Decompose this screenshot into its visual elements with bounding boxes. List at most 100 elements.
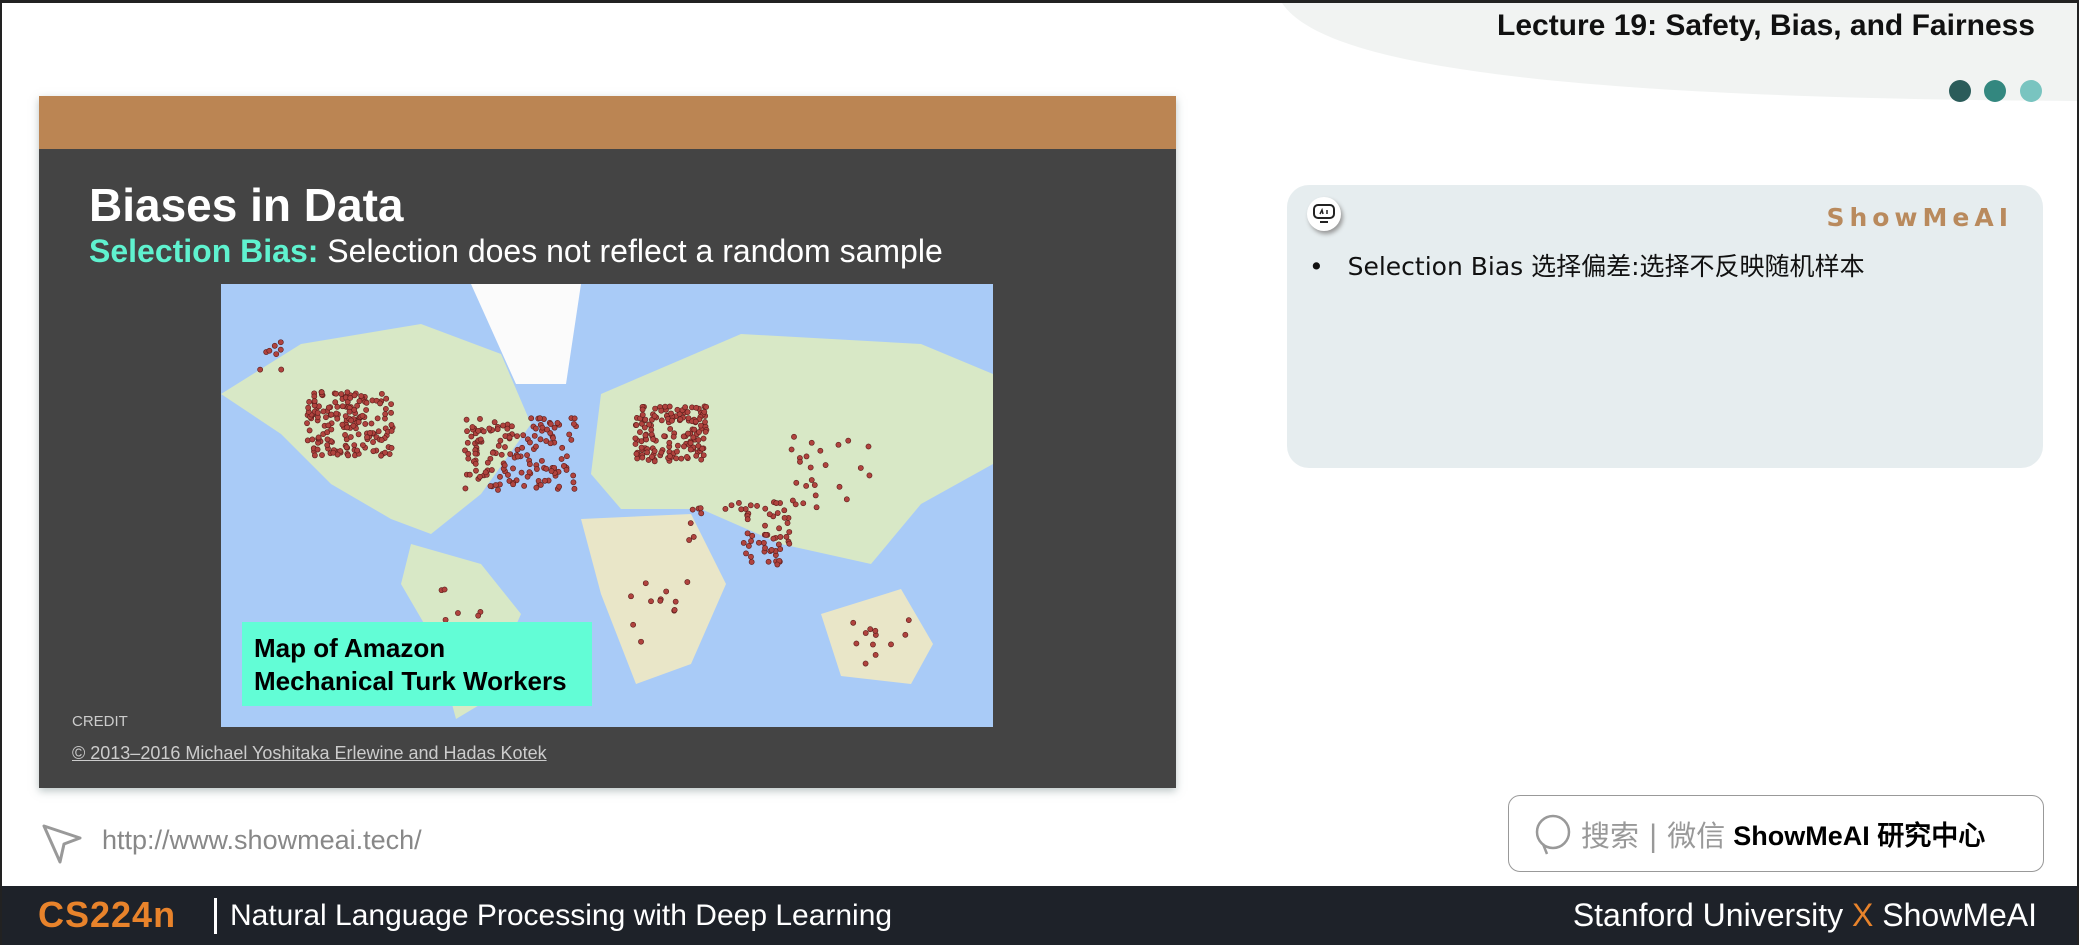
robot-icon [1307, 197, 1341, 231]
worker-dot [689, 506, 696, 513]
worker-dot [455, 610, 461, 616]
worker-dot [487, 483, 494, 489]
worker-dot [781, 514, 788, 521]
worker-dot [803, 453, 810, 460]
worker-dot [642, 580, 649, 587]
worker-dot [668, 410, 674, 417]
worker-dot [527, 439, 533, 446]
worker-dot [803, 483, 810, 489]
worker-dot [354, 447, 361, 454]
worker-dot [695, 437, 702, 443]
worker-dot [687, 446, 694, 453]
worker-dot [570, 479, 577, 486]
worker-dot [649, 453, 655, 460]
note-bullet: • Selection Bias 选择偏差:选择不反映随机样本 [1309, 252, 1865, 281]
worker-dot [550, 435, 556, 441]
worker-dot [489, 449, 496, 456]
worker-dot [648, 426, 655, 433]
worker-dot [532, 425, 539, 432]
worker-dot [862, 630, 869, 636]
map-label: Map of Amazon Mechanical Turk Workers [242, 622, 592, 706]
worker-dot [633, 450, 640, 457]
worker-dot [817, 447, 824, 454]
worker-dot [866, 472, 873, 479]
worker-dot [488, 467, 495, 473]
search-icon [1535, 814, 1571, 854]
worker-dot [642, 416, 649, 423]
footer-bar: CS224n Natural Language Processing with … [2, 886, 2077, 945]
website-url[interactable]: http://www.showmeai.tech/ [102, 825, 422, 856]
worker-dot [699, 445, 706, 452]
worker-dot [703, 403, 710, 410]
note-card: ShowMeAI • Selection Bias 选择偏差:选择不反映随机样本 [1287, 185, 2043, 468]
worker-dot [570, 472, 577, 479]
worker-dot [526, 461, 533, 468]
worker-dot [271, 342, 278, 349]
worker-dot [477, 436, 484, 443]
worker-dot [498, 451, 505, 458]
worker-dot [638, 444, 645, 451]
worker-dot [480, 428, 487, 435]
worker-dot [370, 448, 377, 455]
worker-dot [766, 511, 773, 518]
worker-dot [756, 539, 762, 546]
worker-dot [314, 409, 321, 416]
worker-dot [356, 398, 363, 405]
worker-dot [266, 347, 273, 354]
worker-dot [651, 413, 658, 420]
worker-dot [836, 483, 843, 490]
worker-dot [330, 449, 337, 456]
copyright-link[interactable]: © 2013–2016 Michael Yoshitaka Erlewine a… [72, 743, 547, 764]
worker-dot [305, 404, 312, 411]
worker-dot [690, 534, 697, 540]
worker-dot [563, 467, 570, 473]
worker-dot [668, 417, 675, 424]
worker-dot [687, 520, 694, 527]
worker-dot [539, 457, 545, 464]
worker-dot [862, 660, 869, 667]
worker-dot [768, 546, 775, 553]
worker-dot [278, 366, 285, 373]
worker-dot [345, 452, 351, 459]
worker-dot [374, 415, 381, 422]
worker-dot [519, 444, 526, 451]
worker-dot [370, 439, 376, 445]
worker-dot [482, 469, 489, 476]
worker-dot [684, 409, 691, 415]
dot-3 [2020, 80, 2042, 102]
worker-dot [648, 598, 654, 605]
worker-dot [359, 412, 366, 419]
worker-dot [674, 448, 680, 455]
worker-dot [774, 510, 781, 516]
worker-dot [740, 539, 747, 546]
worker-dot [520, 432, 527, 439]
worker-dot [667, 426, 674, 432]
worker-dot [641, 424, 648, 431]
worker-dot [377, 400, 383, 407]
slide-image: Biases in Data Selection Bias: Selection… [39, 96, 1176, 788]
worker-dot [311, 452, 318, 459]
worker-dot [486, 425, 493, 432]
worker-dot [524, 452, 530, 459]
worker-dot [500, 422, 506, 429]
slide-subtitle: Selection Bias: Selection does not refle… [89, 233, 943, 270]
worker-dot [748, 538, 754, 544]
worker-dot [309, 436, 316, 443]
worker-dot [351, 442, 358, 449]
worker-dot [382, 411, 389, 417]
worker-dot [571, 485, 578, 492]
worker-dot [466, 471, 473, 478]
worker-dot [666, 453, 673, 460]
worker-dot [797, 458, 803, 465]
worker-dot [363, 399, 370, 406]
worker-dot [702, 428, 709, 435]
worker-dot [521, 483, 528, 489]
search-box[interactable]: 搜索 | 微信 ShowMeAI 研究中心 [1508, 795, 2044, 872]
worker-dot [339, 421, 346, 428]
worker-dot [378, 390, 385, 397]
worker-dot [554, 420, 561, 426]
worker-dot [781, 507, 788, 514]
worker-dot [770, 535, 777, 542]
credit-label: CREDIT [72, 713, 128, 730]
slide-header-bar [39, 96, 1176, 149]
